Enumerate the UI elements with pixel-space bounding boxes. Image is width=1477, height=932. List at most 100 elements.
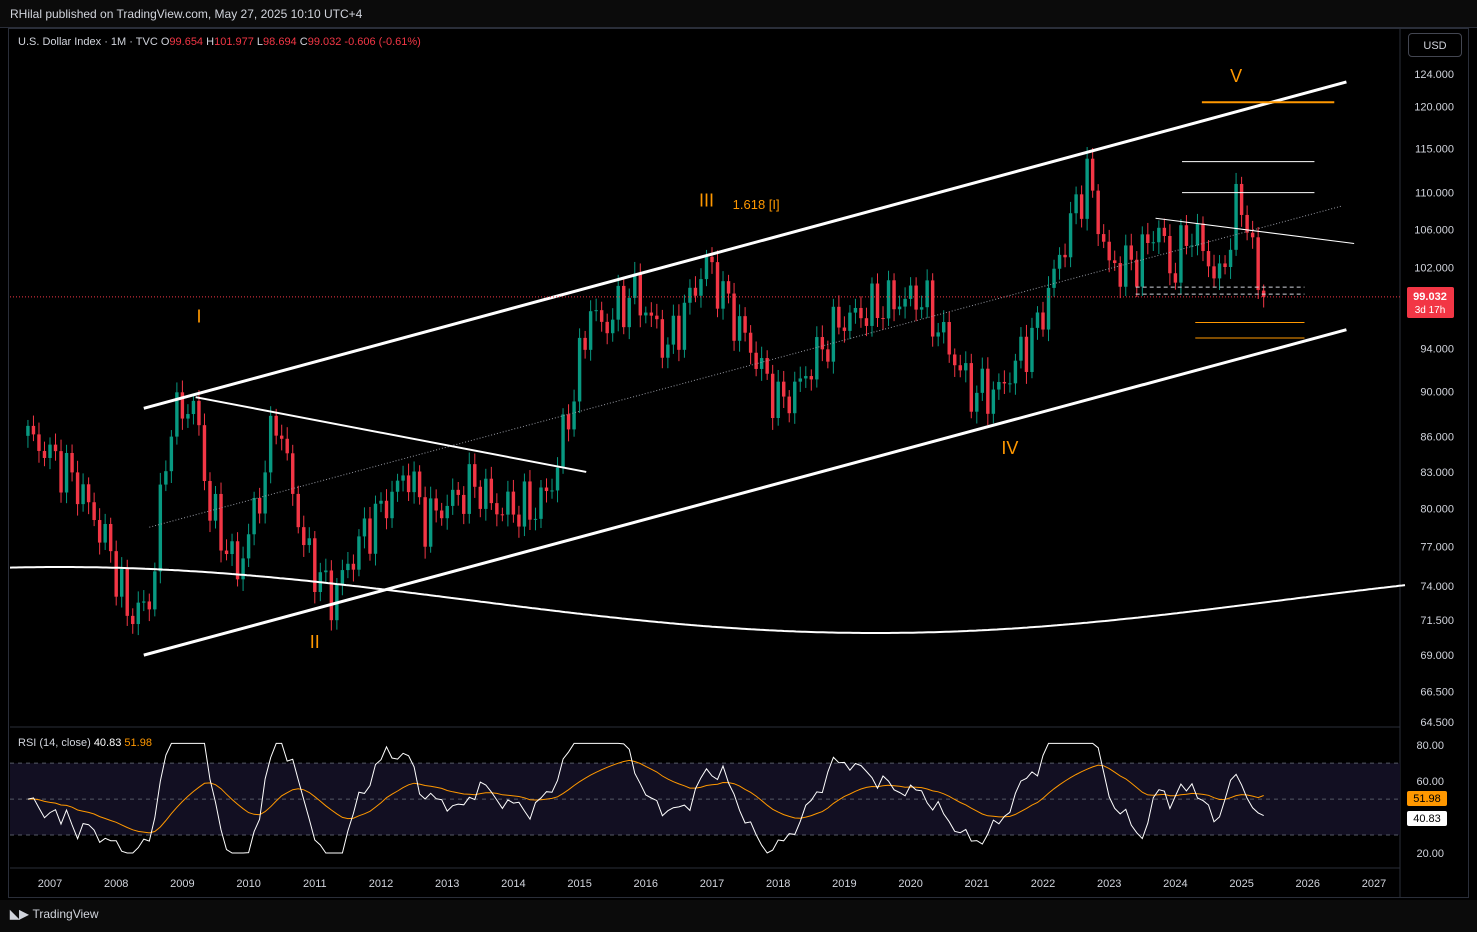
candle-body (511, 491, 516, 515)
wave-label: III (699, 190, 714, 210)
candle-body (522, 481, 527, 527)
price-axis: 124.000 120.000 115.000 110.000 106.000 102.0… (1414, 69, 1454, 860)
candle-body (737, 316, 742, 341)
time-tick-label: 2016 (634, 878, 658, 890)
candle-body (489, 478, 494, 504)
price-tag-value: 99.032 (1413, 291, 1447, 303)
time-tick-label: 2021 (965, 878, 989, 890)
candle-body (1030, 327, 1034, 372)
candle-body (1013, 360, 1018, 384)
symbol-name[interactable]: U.S. Dollar Index · 1M · TVC (18, 36, 158, 48)
candle-body (787, 396, 791, 414)
candle-body (125, 568, 129, 616)
candle-body (1057, 254, 1062, 269)
candle-body (1135, 259, 1139, 287)
price-chart[interactable]: IIIIII 1.618 [I]IVV 124.000120.000115.000… (0, 0, 1477, 900)
candle-body (53, 444, 58, 452)
candle-body (1024, 336, 1029, 372)
candle-body (528, 481, 532, 520)
candle-body (638, 273, 642, 316)
candle-body (682, 302, 687, 350)
candle-body (1212, 266, 1216, 279)
candle-body (1096, 190, 1100, 235)
candle-body (103, 523, 107, 543)
candle-body (958, 365, 962, 371)
price-tick-label: 74.000 (1420, 581, 1454, 593)
wave-label: I (196, 307, 201, 327)
candle-body (726, 281, 731, 294)
change-value: -0.606 (-0.61%) (344, 36, 421, 48)
high-value: 101.977 (214, 36, 254, 48)
candle-body (941, 322, 946, 333)
candle-body (120, 568, 124, 597)
candle-body (853, 307, 858, 313)
candle-body (732, 293, 736, 341)
candle-body (495, 503, 499, 515)
tradingview-logo[interactable]: ◣▶ TradingView (10, 907, 99, 921)
candle-body (693, 287, 698, 296)
candle-body (715, 262, 720, 309)
candle-body (566, 414, 571, 430)
candle-body (257, 497, 262, 514)
candle-body (842, 327, 847, 331)
candle-body (809, 376, 814, 380)
candle-body (390, 491, 394, 519)
time-tick-label: 2015 (567, 878, 591, 890)
time-tick-label: 2019 (832, 878, 856, 890)
candle-body (831, 306, 836, 362)
candle-body (594, 310, 598, 312)
candle-body (655, 315, 659, 320)
candle-body (291, 453, 295, 494)
time-tick-label: 2013 (435, 878, 459, 890)
wave-label: V (1230, 66, 1242, 86)
candle-body (274, 415, 278, 436)
time-tick-label: 2026 (1296, 878, 1320, 890)
channel-lower-line (143, 328, 1347, 657)
price-tick-label: 124.000 (1414, 69, 1454, 81)
candle-body (484, 478, 488, 509)
candle-body (1107, 241, 1111, 261)
candle-body (1146, 234, 1150, 244)
rsi-value-tag-value: 40.83 (1413, 813, 1441, 825)
price-tick-label: 71.500 (1420, 615, 1454, 627)
candle-body (473, 464, 477, 487)
candle-body (108, 523, 113, 552)
candle-body (881, 318, 885, 320)
candle-body (782, 381, 786, 397)
symbol-legend: U.S. Dollar Index · 1M · TVC O99.654 H10… (18, 36, 421, 48)
rsi-label[interactable]: RSI (14, close) (18, 737, 91, 749)
candle-body (1068, 213, 1073, 258)
candle-body (191, 400, 196, 415)
candle-body (1234, 183, 1238, 250)
time-tick-label: 2022 (1031, 878, 1055, 890)
candle-body (114, 551, 118, 597)
candle-body (224, 550, 229, 555)
candle-body (230, 541, 234, 555)
candle-body (1151, 242, 1156, 244)
candle-body (1101, 234, 1106, 242)
candle-body (1129, 245, 1133, 260)
candle-body (202, 425, 207, 482)
candle-body (1201, 223, 1205, 252)
candle-body (1118, 263, 1122, 287)
rsi-ma-tag: 51.98 (1407, 791, 1447, 806)
wave-label: II (310, 632, 320, 652)
time-tick-label: 2027 (1362, 878, 1386, 890)
candle-body (622, 285, 626, 328)
candle-body (980, 368, 985, 393)
candle-body (1002, 381, 1007, 384)
candle-body (826, 349, 830, 362)
candle-body (699, 279, 703, 296)
candle-body (633, 273, 637, 298)
rsi-ma-tag-value: 51.98 (1413, 793, 1441, 805)
candle-body (947, 322, 951, 355)
price-tag-countdown: 3d 17h (1415, 305, 1446, 316)
candle-body (925, 280, 929, 308)
price-tick-label: 90.000 (1420, 387, 1454, 399)
time-tick-label: 2010 (236, 878, 260, 890)
candle-body (219, 493, 223, 551)
candle-body (31, 425, 36, 435)
candle-body (588, 311, 593, 350)
time-tick-label: 2009 (170, 878, 194, 890)
currency-button[interactable]: USD (1408, 33, 1462, 57)
